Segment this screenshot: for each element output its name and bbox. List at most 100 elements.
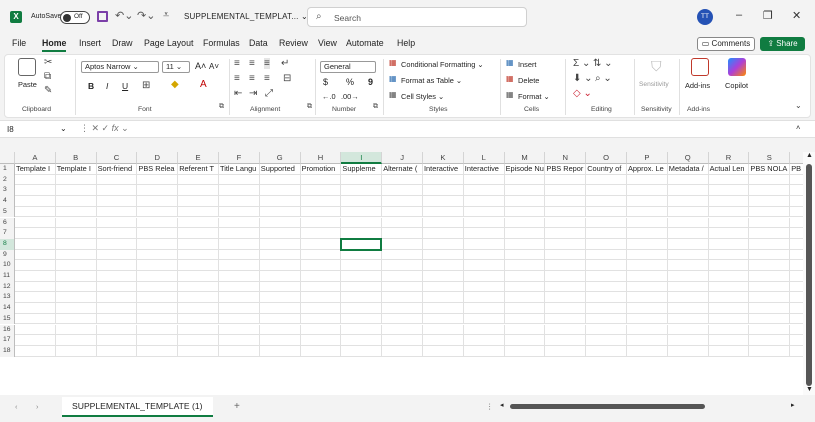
- prev-sheet-icon[interactable]: ‹: [15, 402, 17, 411]
- tab-draw[interactable]: Draw: [112, 38, 133, 48]
- cell[interactable]: [504, 185, 546, 197]
- cell[interactable]: [463, 345, 505, 357]
- column-header-n[interactable]: N: [545, 152, 587, 164]
- collapse-ribbon-icon[interactable]: ⌄: [795, 101, 802, 110]
- cell[interactable]: [55, 196, 97, 207]
- align-top-icon[interactable]: ≡: [234, 58, 240, 69]
- tab-formulas[interactable]: Formulas: [203, 38, 240, 48]
- cell[interactable]: [627, 196, 668, 207]
- tab-insert[interactable]: Insert: [79, 38, 101, 48]
- cell[interactable]: [708, 206, 750, 218]
- cell[interactable]: [341, 217, 383, 229]
- name-box-dropdown-icon[interactable]: ⌄: [60, 124, 67, 133]
- cell[interactable]: [667, 185, 709, 197]
- fill-color-icon[interactable]: ◆: [171, 79, 179, 90]
- cell[interactable]: [219, 292, 260, 304]
- cell[interactable]: [790, 271, 803, 282]
- cell[interactable]: [300, 228, 342, 239]
- row-header-16[interactable]: 16: [0, 324, 15, 336]
- italic-button[interactable]: I: [106, 81, 108, 91]
- cell[interactable]: [667, 335, 709, 346]
- cell[interactable]: [382, 303, 423, 314]
- cell[interactable]: [219, 238, 260, 250]
- cell[interactable]: [627, 335, 668, 346]
- conditional-formatting-button[interactable]: Conditional Formatting ⌄: [401, 60, 484, 69]
- format-painter-icon[interactable]: ✎: [44, 85, 52, 96]
- cell[interactable]: [749, 174, 791, 186]
- cell[interactable]: [545, 292, 587, 304]
- format-cells-button[interactable]: Format ⌄: [518, 92, 550, 101]
- cell[interactable]: [341, 206, 383, 218]
- cell[interactable]: [137, 185, 179, 197]
- row-header-15[interactable]: 15: [0, 313, 15, 325]
- delete-cells-button[interactable]: Delete: [518, 76, 539, 85]
- cell[interactable]: [178, 335, 219, 346]
- percent-button[interactable]: %: [346, 77, 354, 87]
- cell[interactable]: [463, 260, 505, 271]
- fill-icon[interactable]: ⬇ ⌄: [573, 73, 593, 84]
- cell[interactable]: [790, 175, 803, 186]
- cell[interactable]: [463, 185, 505, 197]
- cell[interactable]: [749, 324, 791, 336]
- cell[interactable]: [341, 271, 383, 282]
- cell[interactable]: [55, 228, 97, 239]
- cell[interactable]: [749, 292, 791, 304]
- cell[interactable]: [545, 271, 587, 282]
- cell[interactable]: [463, 292, 505, 304]
- cell[interactable]: [463, 271, 505, 282]
- cell[interactable]: [545, 324, 587, 336]
- cell[interactable]: [667, 217, 709, 229]
- underline-button[interactable]: U: [122, 81, 128, 91]
- cell[interactable]: [219, 196, 260, 207]
- cell[interactable]: [667, 260, 709, 271]
- cell[interactable]: [423, 174, 464, 186]
- cell[interactable]: [790, 228, 803, 239]
- cell[interactable]: [55, 206, 97, 218]
- search-box[interactable]: ⌕ Search: [307, 7, 527, 27]
- cell[interactable]: [300, 260, 342, 271]
- cell[interactable]: [504, 271, 546, 282]
- cell[interactable]: [219, 313, 260, 325]
- cell[interactable]: [219, 174, 260, 186]
- cell[interactable]: [423, 303, 464, 314]
- cell[interactable]: [627, 174, 668, 186]
- tab-split-handle[interactable]: ⋮: [486, 402, 493, 411]
- cell[interactable]: [259, 292, 301, 304]
- row-header-9[interactable]: 9: [0, 249, 15, 261]
- cell[interactable]: [790, 260, 803, 271]
- cell[interactable]: [178, 345, 219, 357]
- cell[interactable]: [137, 292, 179, 304]
- cell[interactable]: [55, 313, 97, 325]
- cell[interactable]: [259, 335, 301, 346]
- cell[interactable]: [341, 174, 383, 186]
- cell[interactable]: [749, 271, 791, 282]
- cell[interactable]: [55, 281, 97, 293]
- cell[interactable]: [300, 313, 342, 325]
- horizontal-scroll-thumb[interactable]: [510, 404, 705, 409]
- sort-filter-icon[interactable]: ⇅ ⌄: [593, 58, 613, 69]
- header-cell[interactable]: Actual Len: [708, 164, 750, 175]
- row-header-3[interactable]: 3: [0, 185, 15, 197]
- cell[interactable]: [586, 281, 627, 293]
- header-cell[interactable]: Country of: [586, 164, 627, 175]
- cell[interactable]: [219, 281, 260, 293]
- cell[interactable]: [15, 292, 56, 304]
- cell[interactable]: [749, 185, 791, 197]
- cell[interactable]: [667, 303, 709, 314]
- cell[interactable]: [504, 206, 546, 218]
- cell[interactable]: [423, 271, 464, 282]
- align-bottom-icon[interactable]: ≡: [264, 58, 270, 69]
- cell[interactable]: [341, 196, 383, 207]
- cell[interactable]: [749, 345, 791, 357]
- cell[interactable]: [708, 217, 750, 229]
- cell[interactable]: [15, 217, 56, 229]
- font-dialog-launcher-icon[interactable]: ⧉: [219, 103, 224, 111]
- document-title[interactable]: SUPPLEMENTAL_TEMPLAT... ⌄: [184, 12, 308, 21]
- cell[interactable]: [219, 185, 260, 197]
- cell[interactable]: [15, 260, 56, 271]
- cell[interactable]: [667, 292, 709, 304]
- cell[interactable]: [586, 206, 627, 218]
- cell[interactable]: [137, 324, 179, 336]
- cell[interactable]: [259, 206, 301, 218]
- cell[interactable]: [55, 185, 97, 197]
